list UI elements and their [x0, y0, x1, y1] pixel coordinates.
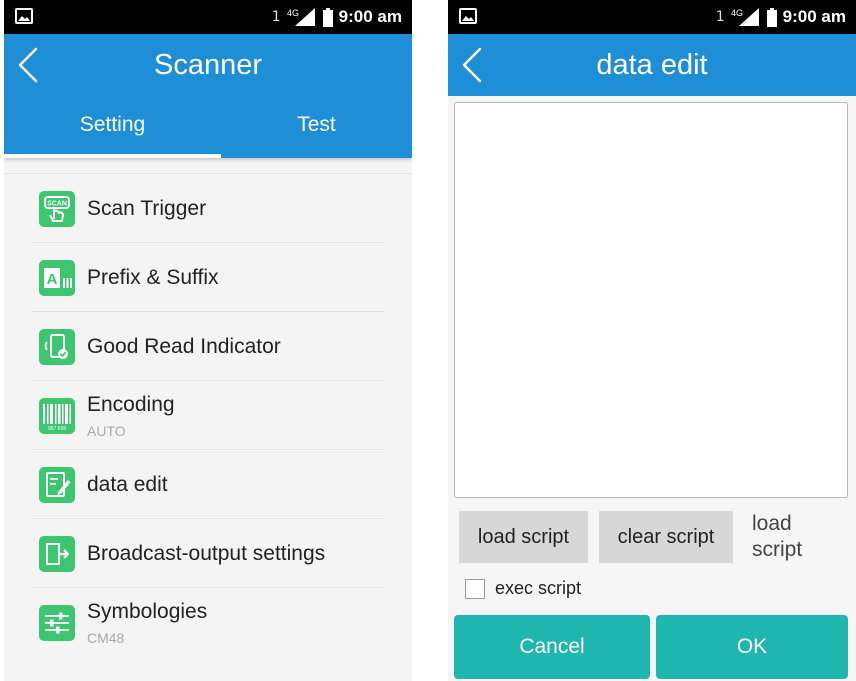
clock: 9:00 am — [338, 7, 402, 26]
list-item-value: CM48 — [87, 630, 125, 646]
exec-script-checkbox[interactable] — [465, 579, 485, 599]
svg-text:967 658: 967 658 — [48, 426, 66, 432]
tab-indicator — [4, 154, 221, 158]
clock: 9:00 am — [782, 7, 846, 26]
list-item-label: Prefix & Suffix — [87, 266, 219, 289]
script-status-label: load script — [752, 512, 803, 561]
list-item-broadcast-output[interactable]: Broadcast-output settings — [31, 519, 385, 588]
list-item-label: Encoding — [87, 393, 175, 416]
sim-slot-indicator: 1 — [715, 9, 725, 25]
list-item-label: data edit — [87, 473, 168, 496]
list-item-symbologies[interactable]: Symbologies CM48 — [31, 588, 385, 656]
gallery-notification-icon — [459, 8, 477, 24]
list-item-value: AUTO — [87, 423, 126, 439]
tab-bar: Setting Test — [4, 96, 412, 158]
list-item-encoding[interactable]: 967 658 Encoding AUTO — [31, 381, 385, 450]
script-text-area[interactable] — [454, 102, 848, 498]
svg-text:SCAN: SCAN — [47, 201, 67, 208]
list-item-scan-trigger[interactable]: SCAN Scan Trigger — [31, 174, 385, 243]
list-item-label: Broadcast-output settings — [87, 542, 326, 565]
list-item-label: Symbologies — [87, 600, 208, 623]
symbologies-icon — [39, 605, 75, 641]
tab-test[interactable]: Test — [221, 96, 412, 158]
data-edit-icon — [39, 467, 75, 503]
network-signal-icon: 4G — [731, 8, 759, 26]
good-read-indicator-icon — [39, 329, 75, 365]
settings-list: SCAN Scan Trigger A Prefix & Suffix Good… — [4, 173, 412, 656]
scanner-screen: 1 4G 9:00 am Scanner Setting Test SCAN S… — [4, 0, 412, 681]
svg-text:A: A — [47, 271, 58, 288]
broadcast-output-icon — [39, 536, 75, 572]
data-edit-screen: 1 4G 9:00 am data edit load script clear… — [448, 0, 856, 681]
exec-script-label[interactable]: exec script — [495, 578, 581, 599]
list-item-good-read-indicator[interactable]: Good Read Indicator — [31, 312, 385, 381]
app-bar: data edit — [448, 34, 856, 96]
svg-text:4G: 4G — [731, 8, 743, 18]
prefix-suffix-icon: A — [39, 260, 75, 296]
list-item-data-edit[interactable]: data edit — [31, 450, 385, 519]
sim-slot-indicator: 1 — [271, 9, 281, 25]
list-item-prefix-suffix[interactable]: A Prefix & Suffix — [31, 243, 385, 312]
svg-text:4G: 4G — [287, 8, 299, 18]
clear-script-button[interactable]: clear script — [599, 511, 733, 563]
page-title: data edit — [596, 49, 708, 81]
status-bar: 1 4G 9:00 am — [448, 0, 856, 34]
cancel-button[interactable]: Cancel — [454, 615, 650, 679]
list-item-label: Good Read Indicator — [87, 335, 281, 358]
scan-trigger-icon: SCAN — [39, 191, 75, 227]
page-title: Scanner — [153, 49, 262, 81]
gallery-notification-icon — [15, 8, 33, 24]
ok-button[interactable]: OK — [656, 615, 848, 679]
app-bar: Scanner — [4, 34, 412, 96]
list-item-label: Scan Trigger — [87, 197, 207, 220]
battery-icon — [322, 7, 333, 27]
network-signal-icon: 4G — [287, 8, 315, 26]
barcode-icon: 967 658 — [39, 398, 75, 434]
tab-setting[interactable]: Setting — [4, 96, 221, 158]
status-bar: 1 4G 9:00 am — [4, 0, 412, 34]
battery-icon — [766, 7, 777, 27]
load-script-button[interactable]: load script — [459, 511, 588, 563]
